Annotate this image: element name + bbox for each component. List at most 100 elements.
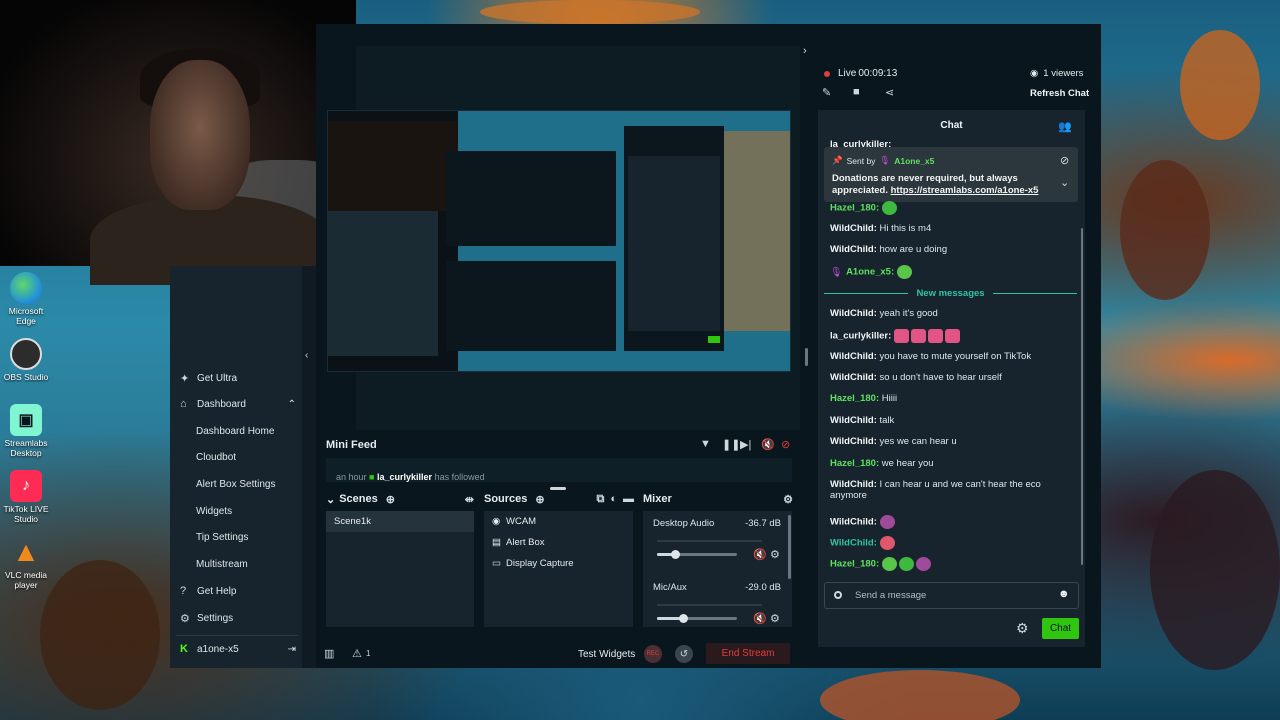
chat-username[interactable]: Hazel_180: (830, 458, 879, 469)
end-stream-button[interactable]: End Stream (706, 643, 790, 664)
chat-scrollbar[interactable] (1081, 228, 1083, 565)
chat-message: WildChild: how are u doing (830, 244, 947, 255)
kick-logo-icon: K (180, 643, 188, 655)
chevron-right-icon[interactable]: › (803, 45, 807, 57)
chat-username[interactable]: la_curlykiller: (830, 331, 891, 342)
send-chat-button[interactable]: Chat (1042, 618, 1079, 639)
mixer-header: Mixer ⚙ (643, 493, 793, 506)
nav-get-ultra[interactable]: ✦ Get Ultra (180, 367, 237, 389)
chat-username[interactable]: Hazel_180: (830, 393, 879, 404)
chat-settings-icon[interactable]: ⚙ (1016, 620, 1029, 637)
scene-item[interactable]: Scene1k (326, 511, 474, 532)
chat-username[interactable]: WildChild: (830, 436, 877, 447)
desktop-icon-obs[interactable]: OBS Studio (0, 334, 52, 398)
scene-transitions-icon[interactable]: ⇹ (465, 493, 474, 506)
emote-icon (881, 557, 897, 571)
chat-username[interactable]: WildChild: (830, 372, 877, 383)
unpin-icon[interactable]: ⊘ (1060, 154, 1069, 167)
nav-dashboard-home[interactable]: Dashboard Home (196, 421, 274, 441)
chat-input-box[interactable]: Send a message ☻ (824, 582, 1079, 609)
nav-account[interactable]: K a1one-x5 ⇥ (180, 638, 296, 660)
chevron-down-icon: ⌄ (326, 493, 336, 506)
mixer-settings-icon[interactable]: ⚙ (783, 493, 793, 506)
webcam-icon: ◉ (492, 516, 501, 527)
filter-icon[interactable]: ▼ (700, 438, 711, 450)
chat-username[interactable]: WildChild: (830, 351, 877, 362)
chat-username[interactable]: WildChild: (830, 308, 877, 319)
alert-box-icon: ▤ (492, 537, 501, 548)
pause-icon[interactable]: ❚❚ (722, 438, 740, 451)
mixer-scrollbar[interactable] (788, 515, 791, 579)
divider-grip[interactable] (805, 348, 808, 366)
chat-message: la_curlykiller: (830, 329, 962, 343)
chat-username[interactable]: A1one_x5: (846, 267, 894, 278)
nav-get-help[interactable]: ? Get Help (180, 580, 236, 602)
desktop-icon-edge[interactable]: Microsoft Edge (0, 268, 52, 332)
mute-icon[interactable]: 🔇 (753, 548, 767, 561)
add-source-icon[interactable]: ⊕ (535, 493, 544, 506)
nav-widgets[interactable]: Widgets (196, 501, 232, 521)
chat-username[interactable]: WildChild: (830, 517, 877, 528)
mute-alerts-icon[interactable]: 🔇 (761, 438, 775, 451)
emote-icon (910, 329, 926, 343)
chat-username[interactable]: WildChild: (830, 415, 877, 426)
nav-tip-settings[interactable]: Tip Settings (196, 527, 248, 547)
stats-icon[interactable]: ▥ (324, 647, 334, 660)
chat-username[interactable]: Hazel_180: (830, 559, 879, 570)
nav-alert-box-settings[interactable]: Alert Box Settings (196, 474, 275, 494)
chat-username[interactable]: WildChild: (830, 244, 877, 255)
refresh-chat-button[interactable]: Refresh Chat (1030, 88, 1089, 99)
sources-header: Sources ⊕ ⧉ ◐ ▬ (484, 492, 634, 506)
chat-input[interactable]: Send a message (855, 590, 926, 601)
rec-button[interactable]: REC (644, 645, 662, 663)
expand-icon[interactable]: ⌄ (1060, 176, 1069, 189)
chat-message: WildChild: (830, 536, 897, 550)
test-widgets-button[interactable]: Test Widgets (578, 649, 635, 660)
alerts-icon[interactable]: ⚠ (352, 647, 362, 660)
user-list-icon[interactable]: 👥 (1058, 120, 1072, 133)
chat-username[interactable]: WildChild: (830, 538, 877, 549)
mixer-mic-aux: Mic/Aux -29.0 dB 🔇 ⚙ (653, 582, 781, 625)
source-item-display-capture[interactable]: ▭ Display Capture (484, 553, 633, 574)
skip-icon[interactable]: ▶| (740, 438, 751, 451)
mute-icon[interactable]: 🔇 (753, 612, 767, 625)
mic-aux-slider[interactable] (657, 614, 737, 623)
source-item-alert-box[interactable]: ▤ Alert Box (484, 532, 633, 553)
chat-username[interactable]: WildChild: (830, 223, 877, 234)
chat-message: Hazel_180: (830, 557, 933, 571)
chat-username[interactable]: WildChild: (830, 479, 877, 490)
edit-icon[interactable]: ✎ (822, 86, 831, 99)
desktop-audio-slider[interactable] (657, 550, 737, 559)
donation-link[interactable]: https://streamlabs.com/a1one-x5 (891, 185, 1039, 196)
source-link-icon[interactable]: ⧉ (596, 493, 604, 506)
source-item-wcam[interactable]: ◉ WCAM (484, 511, 633, 532)
nav-settings[interactable]: ⚙ Settings (180, 607, 233, 629)
chat-username[interactable]: Hazel_180: (830, 203, 879, 214)
nav-multistream[interactable]: Multistream (196, 554, 248, 574)
chat-text: talk (879, 415, 895, 426)
camera-icon[interactable]: ■ (853, 86, 860, 98)
chat-text: so u don't have to hear urself (879, 372, 1002, 383)
chat-message: WildChild: you have to mute yourself on … (830, 351, 1031, 362)
sidebar-collapse-strip[interactable]: ‹ (302, 266, 316, 668)
chat-text-wrap: anymore (830, 490, 867, 501)
source-audio-icon[interactable]: ◐ (610, 493, 617, 505)
audio-settings-icon[interactable]: ⚙ (770, 612, 780, 625)
nav-cloudbot[interactable]: Cloudbot (196, 447, 236, 467)
share-icon[interactable]: ⋖ (885, 86, 894, 99)
disable-alerts-icon[interactable]: ⊘ (781, 438, 790, 451)
pin-icon: 📌 (832, 155, 843, 165)
mini-feed-title: Mini Feed (326, 439, 377, 451)
webcam-overlay (0, 0, 356, 285)
replay-buffer-button[interactable]: ↺ (675, 645, 693, 663)
nav-dashboard[interactable]: ⌂ Dashboard ⌃ (180, 393, 296, 415)
emoji-icon[interactable]: ☻ (1058, 588, 1070, 600)
chat-text: Hi this is m4 (879, 223, 932, 234)
add-scene-icon[interactable]: ⊕ (386, 493, 395, 506)
desktop-icon-streamlabs[interactable]: ▣ Streamlabs Desktop (0, 400, 52, 464)
chat-message: WildChild: so u don't have to hear ursel… (830, 372, 1002, 383)
desktop-icon-tiktok[interactable]: ♪ TikTok LIVE Studio (0, 466, 52, 530)
desktop-icon-vlc[interactable]: ▲ VLC media player (0, 532, 52, 596)
folder-icon[interactable]: ▬ (623, 493, 634, 505)
audio-settings-icon[interactable]: ⚙ (770, 548, 780, 561)
